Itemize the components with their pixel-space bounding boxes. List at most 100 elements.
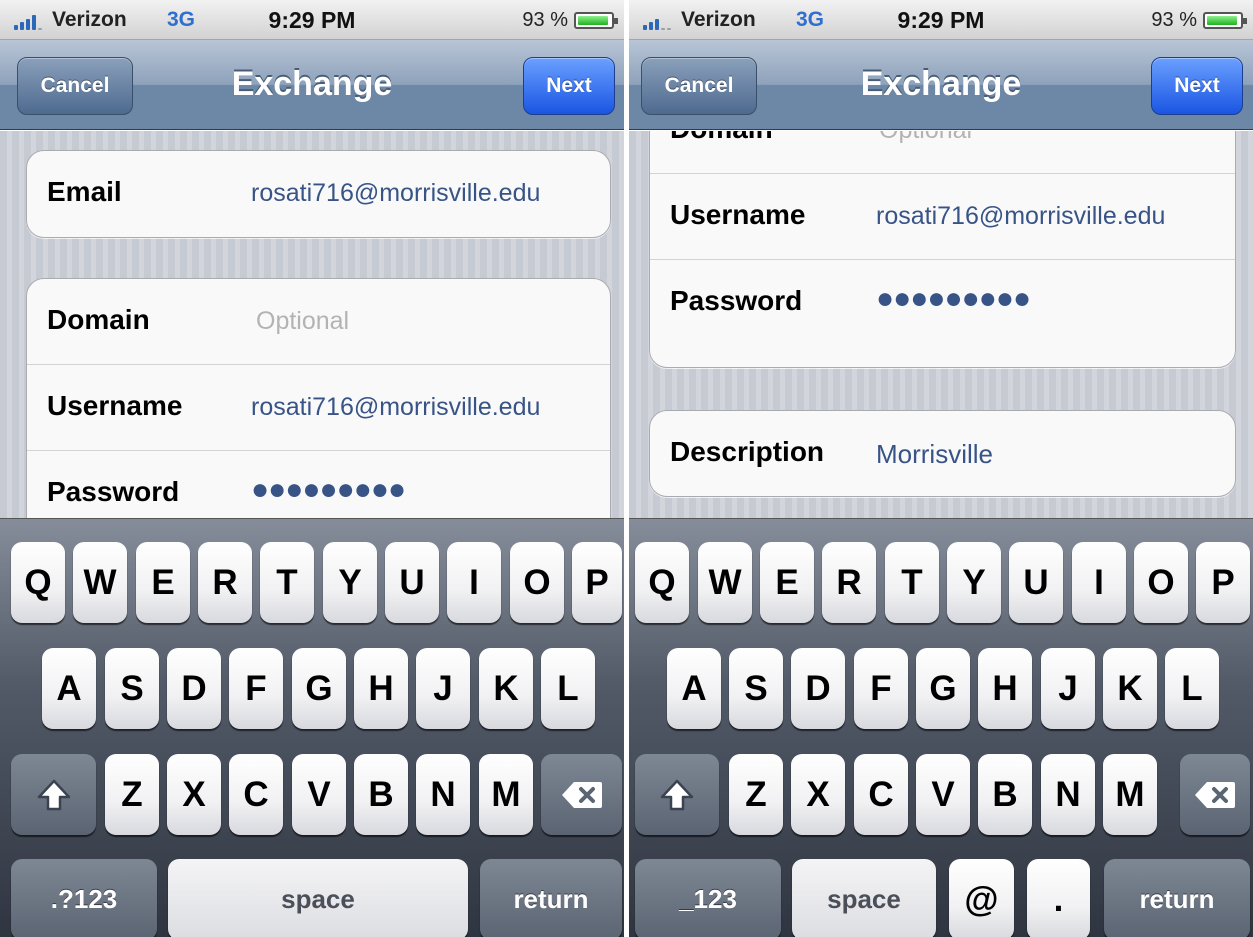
password-row[interactable]: Password ●●●●●●●●● [650, 260, 1235, 346]
key-d[interactable]: D [791, 648, 845, 729]
key-h[interactable]: H [354, 648, 408, 729]
screen-right: Verizon 3G 9:29 PM 93 % Cancel Exchange … [629, 0, 1253, 937]
key-c[interactable]: C [854, 754, 908, 835]
domain-label: Domain [47, 304, 150, 335]
domain-field[interactable]: Optional [879, 131, 972, 145]
key-h[interactable]: H [978, 648, 1032, 729]
description-group: Description Morrisville [649, 410, 1236, 497]
battery-icon [1203, 12, 1247, 29]
username-row[interactable]: Username rosati716@morrisville.edu [27, 365, 610, 451]
key-s[interactable]: S [105, 648, 159, 729]
delete-key[interactable] [1180, 754, 1250, 835]
key-a[interactable]: A [42, 648, 96, 729]
password-label: Password [670, 285, 803, 316]
key-y[interactable]: Y [947, 542, 1001, 623]
key-p[interactable]: P [572, 542, 622, 623]
key-t[interactable]: T [260, 542, 314, 623]
key-c[interactable]: C [229, 754, 283, 835]
key-q[interactable]: Q [11, 542, 65, 623]
key-f[interactable]: F [854, 648, 908, 729]
domain-field[interactable]: Optional [256, 307, 349, 336]
email-group: Email rosati716@morrisville.edu [26, 150, 611, 238]
key-k[interactable]: K [1103, 648, 1157, 729]
key-l[interactable]: L [541, 648, 595, 729]
key-o[interactable]: O [1134, 542, 1188, 623]
key-z[interactable]: Z [105, 754, 159, 835]
key-g[interactable]: G [916, 648, 970, 729]
password-field[interactable]: ●●●●●●●●● [251, 473, 406, 507]
keyboard: Q W E R T Y U I O P A S D F G H J K L Z … [629, 518, 1253, 937]
key-u[interactable]: U [385, 542, 439, 623]
key-w[interactable]: W [73, 542, 127, 623]
key-v[interactable]: V [916, 754, 970, 835]
key-m[interactable]: M [479, 754, 533, 835]
status-bar: Verizon 3G 9:29 PM 93 % [0, 0, 624, 40]
key-d[interactable]: D [167, 648, 221, 729]
domain-row[interactable]: Domain Optional [27, 279, 610, 365]
key-b[interactable]: B [978, 754, 1032, 835]
next-button[interactable]: Next [523, 57, 615, 115]
domain-row[interactable]: Domain Optional [650, 131, 1235, 174]
return-key[interactable]: return [1104, 859, 1250, 937]
email-label: Email [47, 176, 122, 207]
email-field[interactable]: rosati716@morrisville.edu [251, 179, 540, 208]
username-row[interactable]: Username rosati716@morrisville.edu [650, 174, 1235, 260]
space-key[interactable]: space [168, 859, 468, 937]
delete-key[interactable] [541, 754, 622, 835]
key-z[interactable]: Z [729, 754, 783, 835]
key-s[interactable]: S [729, 648, 783, 729]
key-b[interactable]: B [354, 754, 408, 835]
return-key[interactable]: return [480, 859, 622, 937]
key-r[interactable]: R [822, 542, 876, 623]
shift-key[interactable] [11, 754, 96, 835]
space-key[interactable]: space [792, 859, 936, 937]
screen-left: Verizon 3G 9:29 PM 93 % Cancel Exchange … [0, 0, 624, 937]
key-f[interactable]: F [229, 648, 283, 729]
key-t[interactable]: T [885, 542, 939, 623]
username-field[interactable]: rosati716@morrisville.edu [251, 393, 540, 422]
key-w[interactable]: W [698, 542, 752, 623]
backspace-icon [561, 781, 602, 808]
key-n[interactable]: N [1041, 754, 1095, 835]
key-n[interactable]: N [416, 754, 470, 835]
key-i[interactable]: I [447, 542, 501, 623]
key-q[interactable]: Q [635, 542, 689, 623]
shift-key[interactable] [635, 754, 719, 835]
description-row[interactable]: Description Morrisville [650, 411, 1235, 496]
key-x[interactable]: X [167, 754, 221, 835]
at-key[interactable]: @ [949, 859, 1014, 937]
key-r[interactable]: R [198, 542, 252, 623]
password-field[interactable]: ●●●●●●●●● [876, 282, 1031, 316]
next-button[interactable]: Next [1151, 57, 1243, 115]
key-e[interactable]: E [760, 542, 814, 623]
key-j[interactable]: J [1041, 648, 1095, 729]
description-field[interactable]: Morrisville [876, 439, 993, 470]
key-x[interactable]: X [791, 754, 845, 835]
key-m[interactable]: M [1103, 754, 1157, 835]
shift-arrow-icon [660, 779, 694, 810]
username-field[interactable]: rosati716@morrisville.edu [876, 202, 1165, 231]
key-l[interactable]: L [1165, 648, 1219, 729]
key-k[interactable]: K [479, 648, 533, 729]
key-o[interactable]: O [510, 542, 564, 623]
domain-label: Domain [670, 131, 773, 145]
battery-percent: 93 % [522, 9, 568, 31]
keyboard: Q W E R T Y U I O P A S D F G H J K L Z … [0, 518, 624, 937]
key-y[interactable]: Y [323, 542, 377, 623]
key-u[interactable]: U [1009, 542, 1063, 623]
email-row[interactable]: Email rosati716@morrisville.edu [27, 151, 610, 237]
numbers-mode-key[interactable]: _123 [635, 859, 781, 937]
password-row[interactable]: Password ●●●●●●●●● [27, 451, 610, 518]
key-v[interactable]: V [292, 754, 346, 835]
numbers-mode-key[interactable]: .?123 [11, 859, 157, 937]
key-p[interactable]: P [1196, 542, 1250, 623]
key-i[interactable]: I [1072, 542, 1126, 623]
key-j[interactable]: J [416, 648, 470, 729]
navigation-bar: Cancel Exchange Next [0, 40, 624, 130]
description-label: Description [670, 436, 825, 467]
key-e[interactable]: E [136, 542, 190, 623]
dot-key[interactable]: . [1027, 859, 1090, 937]
key-g[interactable]: G [292, 648, 346, 729]
password-label: Password [47, 476, 180, 507]
key-a[interactable]: A [667, 648, 721, 729]
